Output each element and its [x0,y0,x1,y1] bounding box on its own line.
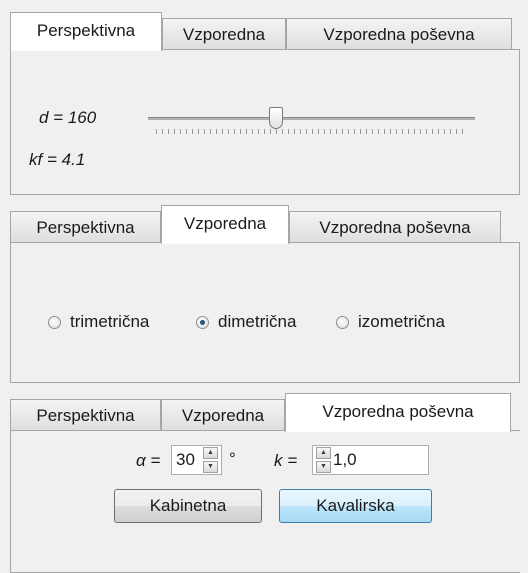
alpha-spin-buttons[interactable]: ▲ ▼ [203,447,218,473]
tab-perspektivna[interactable]: Perspektivna [10,399,161,431]
down-arrow-icon[interactable]: ▼ [203,461,218,473]
kf-label: kf = 4.1 [29,150,86,169]
tab-vzporedna[interactable]: Vzporedna [161,205,289,244]
tab-vzporedna[interactable]: Vzporedna [161,399,285,431]
kabinetna-button[interactable]: Kabinetna [114,489,262,523]
tab-perspektivna[interactable]: Perspektivna [10,211,161,243]
tab-vzporedna-posevna[interactable]: Vzporedna poševna [289,211,501,243]
panel-perspektivna: Perspektivna Vzporedna Vzporedna poševna… [10,12,520,195]
up-arrow-icon[interactable]: ▲ [316,447,331,459]
panel-body: trimetrična dimetrična izometrična [10,243,520,383]
down-arrow-icon[interactable]: ▼ [316,461,331,473]
k-spin-buttons[interactable]: ▲ ▼ [316,447,331,473]
k-label: k = [274,451,298,470]
tab-vzporedna-posevna[interactable]: Vzporedna poševna [285,393,511,432]
radio-trimetricna-label: trimetrična [70,312,150,331]
degree-symbol: ° [229,449,236,468]
up-arrow-icon[interactable]: ▲ [203,447,218,459]
radio-izometricna[interactable]: izometrična [336,312,445,332]
radio-dimetricna[interactable]: dimetrična [196,312,296,332]
panel-body: d = 160 kf = 4.1 [10,50,520,195]
alpha-value[interactable]: 30 [176,450,203,470]
d-slider-track[interactable] [148,117,475,120]
radio-trimetricna-circle[interactable] [48,315,61,329]
tab-perspektivna[interactable]: Perspektivna [10,12,162,51]
tab-vzporedna-posevna[interactable]: Vzporedna poševna [286,18,512,50]
panel-vzporedna-posevna: Perspektivna Vzporedna Vzporedna poševna… [10,393,520,573]
tab-bar: Perspektivna Vzporedna Vzporedna poševna [10,205,520,244]
kavalirska-button[interactable]: Kavalirska [279,489,432,523]
radio-dimetricna-label: dimetrična [218,312,297,331]
alpha-spinner[interactable]: 30 ▲ ▼ [171,445,222,475]
panel-body: α = 30 ▲ ▼ ° k = ▲ ▼ 1,0 Kabinetna Kaval… [10,431,520,573]
panel-vzporedna: Perspektivna Vzporedna Vzporedna poševna… [10,205,520,385]
radio-izometricna-circle[interactable] [336,315,349,329]
d-slider-thumb[interactable] [268,107,283,129]
d-slider-ticks [156,129,468,134]
k-value[interactable]: 1,0 [333,450,357,470]
radio-izometricna-label: izometrična [358,312,445,331]
tab-vzporedna[interactable]: Vzporedna [162,18,286,50]
radio-dimetricna-circle[interactable] [196,315,209,329]
d-label: d = 160 [39,108,97,127]
tab-bar: Perspektivna Vzporedna Vzporedna poševna [10,12,520,51]
alpha-label: α = [136,451,161,470]
tab-bar: Perspektivna Vzporedna Vzporedna poševna [10,393,520,432]
radio-trimetricna[interactable]: trimetrična [48,312,149,332]
k-spinner[interactable]: ▲ ▼ 1,0 [312,445,429,475]
